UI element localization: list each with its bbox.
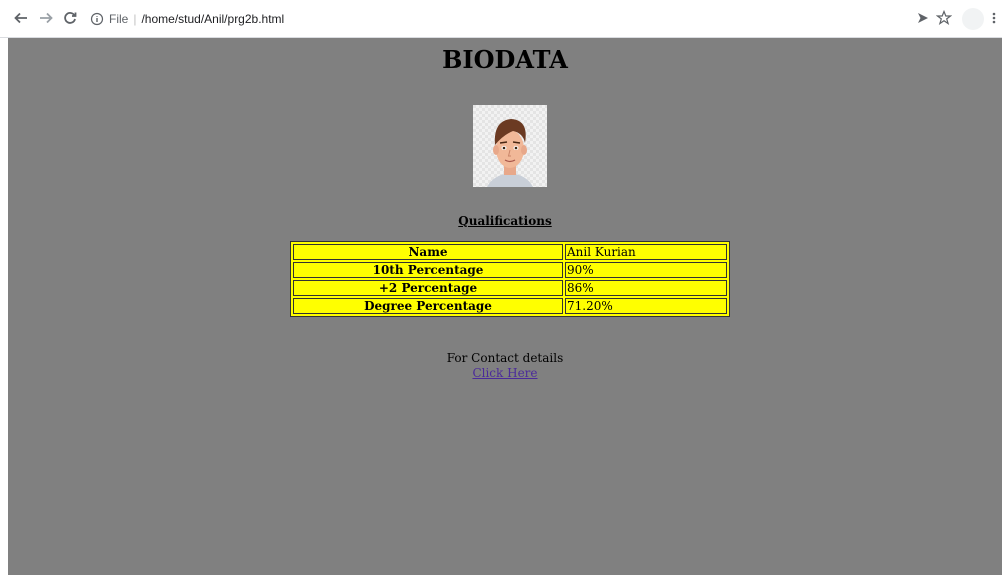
row-value: 86% [565,280,727,296]
contact-link[interactable]: Click Here [472,366,537,380]
url-path: /home/stud/Anil/prg2b.html [141,12,285,26]
row-label: Degree Percentage [293,298,563,314]
send-tab-button[interactable] [916,9,930,32]
forward-button[interactable] [37,9,55,27]
browser-toolbar: File | /home/stud/Anil/prg2b.html [0,0,1002,38]
send-icon [918,13,928,23]
cartoon-man-icon [473,105,547,187]
address-bar[interactable]: File | /home/stud/Anil/prg2b.html [90,9,870,29]
qualifications-table: Name Anil Kurian 10th Percentage 90% +2 … [290,241,730,317]
profile-photo [473,105,547,187]
arrow-left-icon [14,12,27,24]
menu-button[interactable] [990,9,998,32]
profile-avatar[interactable] [962,8,984,30]
row-value: 90% [565,262,727,278]
row-label: +2 Percentage [293,280,563,296]
contact-text: For Contact details [446,351,564,365]
more-vertical-icon [992,12,996,24]
info-icon[interactable] [90,12,104,26]
page-title: BIODATA [442,45,568,74]
url-scheme: File [109,12,129,26]
table-row: Degree Percentage 71.20% [293,298,727,314]
qualifications-heading: Qualifications [458,214,552,228]
page-viewport: BIODATA Qualifications Name Anil Kurian … [8,38,1002,575]
reload-icon [64,12,77,24]
star-icon [935,9,953,25]
row-value: Anil Kurian [565,244,727,260]
contact-section: For Contact details Click Here [8,351,1002,381]
table-row: +2 Percentage 86% [293,280,727,296]
row-label: Name [293,244,563,260]
row-label: 10th Percentage [293,262,563,278]
url-separator: | [133,12,137,26]
row-value: 71.20% [565,298,727,314]
back-button[interactable] [12,9,30,27]
bookmark-button[interactable] [935,9,953,32]
arrow-right-icon [40,12,53,24]
table-row: Name Anil Kurian [293,244,727,260]
reload-button[interactable] [61,9,79,27]
table-row: 10th Percentage 90% [293,262,727,278]
